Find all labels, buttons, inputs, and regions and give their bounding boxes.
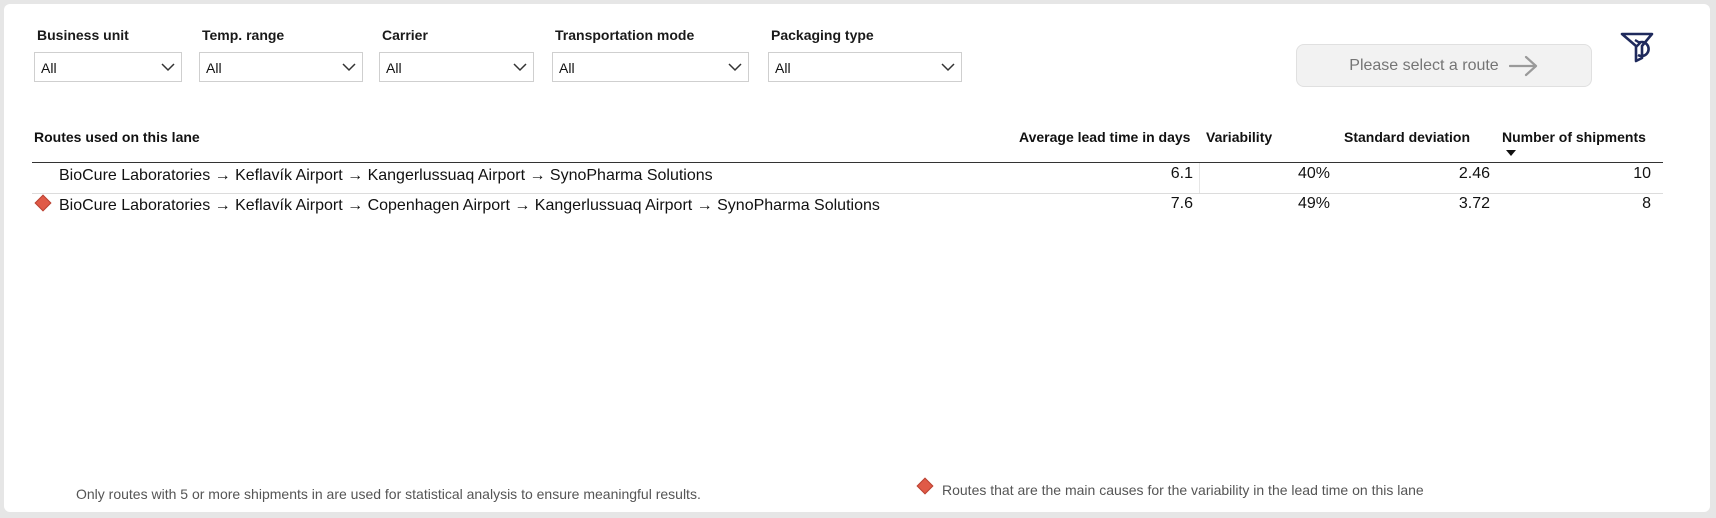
- variability-cell: 49%: [1297, 195, 1330, 212]
- col-header-avg-lead-time[interactable]: Average lead time in days: [1019, 129, 1190, 145]
- route-cell: BioCure Laboratories → Keflavík Airport …: [59, 197, 880, 214]
- chevron-down-icon: [941, 63, 955, 72]
- shipments-cell: 10: [1633, 165, 1651, 182]
- reset-filter-icon[interactable]: [1618, 30, 1658, 64]
- business-unit-label: Business unit: [37, 27, 129, 43]
- business-unit-dropdown[interactable]: All: [34, 52, 182, 82]
- col-header-shipments[interactable]: Number of shipments: [1502, 129, 1646, 145]
- packaging-type-dropdown[interactable]: All: [768, 52, 962, 82]
- column-separator: [1199, 163, 1200, 193]
- carrier-label: Carrier: [382, 27, 428, 43]
- report-card: Business unit All Temp. range All Carrie…: [4, 4, 1710, 512]
- header-divider: [32, 162, 1663, 163]
- temp-range-dropdown[interactable]: All: [199, 52, 363, 82]
- transportation-mode-dropdown[interactable]: All: [552, 52, 749, 82]
- variability-cell: 40%: [1297, 165, 1330, 182]
- business-unit-value: All: [41, 60, 57, 76]
- packaging-type-label: Packaging type: [771, 27, 874, 43]
- transportation-mode-value: All: [559, 60, 575, 76]
- packaging-type-value: All: [775, 60, 791, 76]
- chevron-down-icon: [161, 63, 175, 72]
- arrow-right-icon: [1508, 55, 1537, 76]
- sort-descending-icon: [1506, 150, 1516, 156]
- carrier-value: All: [386, 60, 402, 76]
- chevron-down-icon: [342, 63, 356, 72]
- row-divider: [32, 193, 1663, 194]
- std-dev-cell: 3.72: [1458, 195, 1490, 212]
- temp-range-label: Temp. range: [202, 27, 285, 43]
- avg-lead-time-cell: 6.1: [1170, 165, 1193, 182]
- temp-range-value: All: [206, 60, 222, 76]
- route-cell: BioCure Laboratories → Keflavík Airport …: [59, 167, 713, 184]
- carrier-dropdown[interactable]: All: [379, 52, 534, 82]
- avg-lead-time-cell: 7.6: [1170, 195, 1193, 212]
- legend-text: Routes that are the main causes for the …: [942, 482, 1424, 498]
- select-route-button[interactable]: Please select a route: [1296, 44, 1592, 87]
- footer-note: Only routes with 5 or more shipments in …: [76, 486, 701, 502]
- col-header-variability[interactable]: Variability: [1206, 129, 1272, 145]
- col-header-routes[interactable]: Routes used on this lane: [34, 129, 200, 145]
- shipments-cell: 8: [1642, 195, 1651, 212]
- col-header-std-dev[interactable]: Standard deviation: [1344, 129, 1470, 145]
- chevron-down-icon: [728, 63, 742, 72]
- legend-diamond-icon: [916, 477, 934, 495]
- chevron-down-icon: [513, 63, 527, 72]
- transportation-mode-label: Transportation mode: [555, 27, 695, 43]
- select-route-label: Please select a route: [1349, 56, 1499, 74]
- std-dev-cell: 2.46: [1458, 165, 1490, 182]
- variability-cause-icon: [34, 194, 52, 212]
